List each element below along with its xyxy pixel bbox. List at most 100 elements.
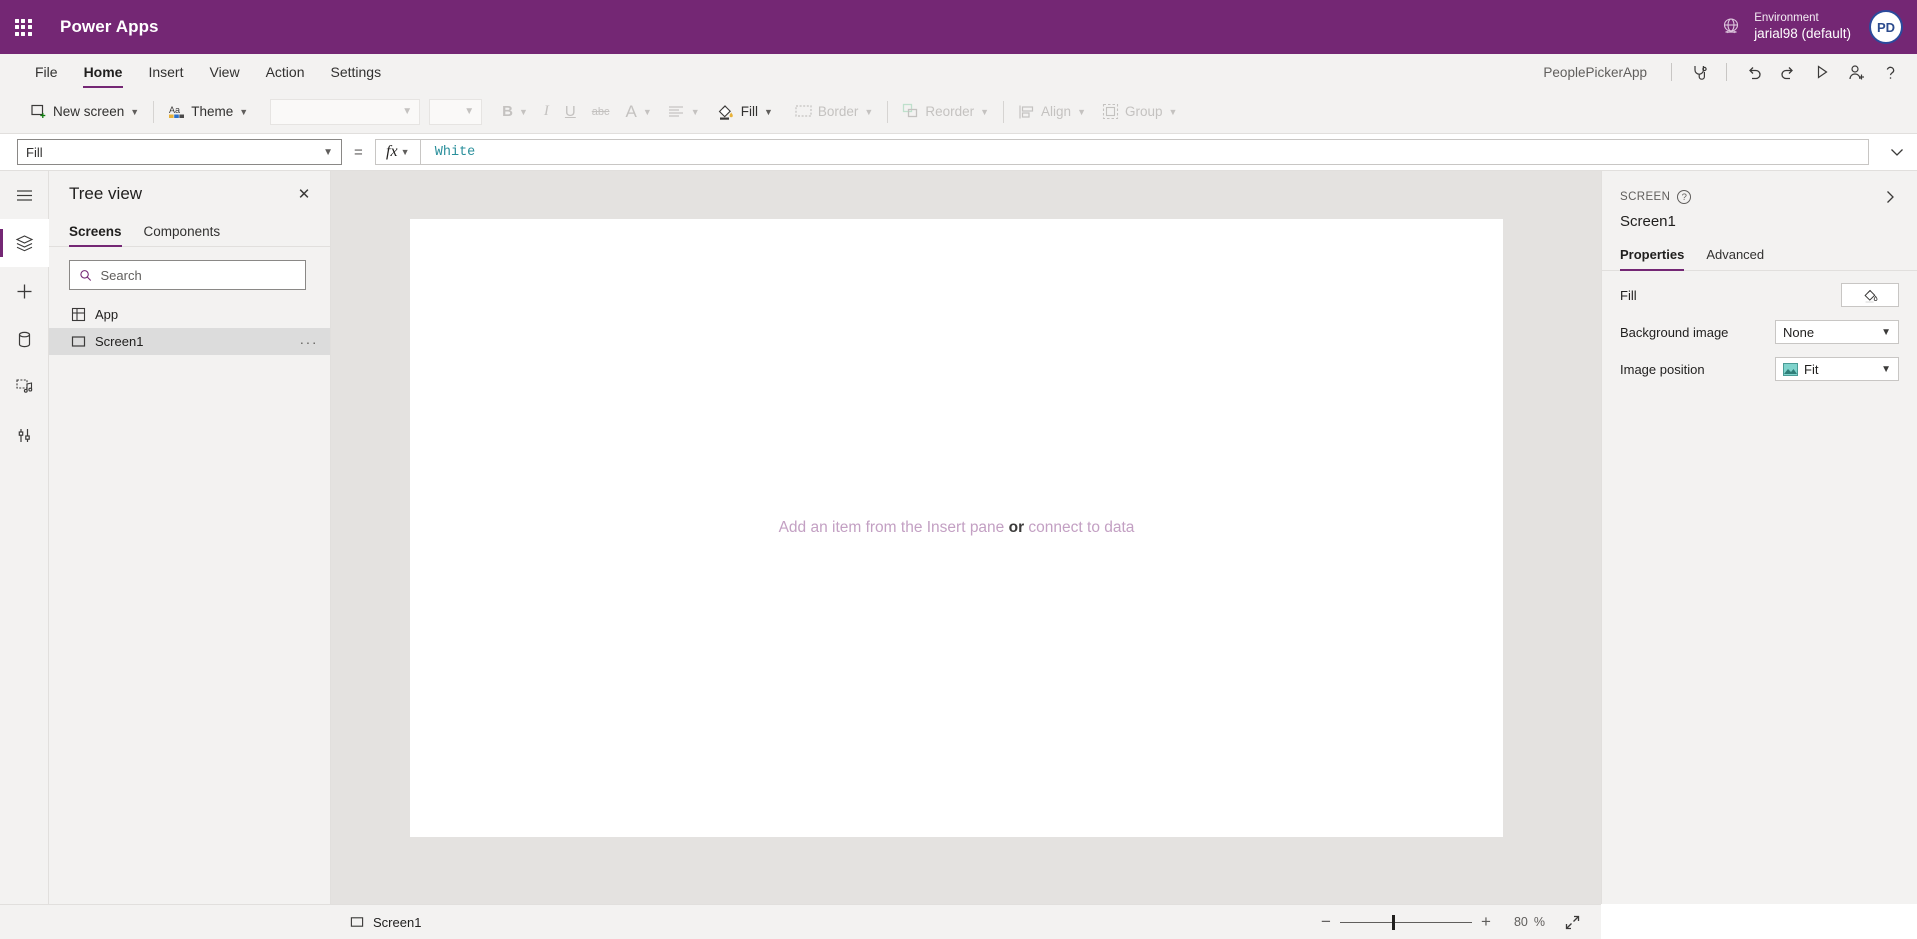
zoom-in-button[interactable]: +: [1472, 908, 1500, 936]
share-icon[interactable]: [1839, 55, 1873, 89]
app-checker-icon[interactable]: [1682, 55, 1716, 89]
theme-button[interactable]: Aa Theme ▼: [160, 97, 256, 127]
zoom-slider-track: [1339, 921, 1472, 923]
play-preview-icon[interactable]: [1805, 55, 1839, 89]
italic-button[interactable]: I: [536, 97, 557, 127]
strikethrough-button[interactable]: abc: [584, 97, 618, 127]
tab-components-label: Components: [143, 224, 221, 239]
property-row-image-position: Image position Fit ▼: [1602, 356, 1917, 382]
image-position-value: Fit: [1804, 361, 1819, 377]
tree-row-more-options-icon[interactable]: ···: [300, 334, 319, 350]
tree-search-wrapper: [49, 247, 330, 301]
tab-advanced[interactable]: Advanced: [1706, 239, 1764, 271]
undo-icon[interactable]: [1737, 55, 1771, 89]
font-color-button[interactable]: A ▼: [618, 97, 660, 127]
hamburger-menu-icon[interactable]: [0, 171, 49, 219]
formula-bar: Fill ▼ = fx ▼ White: [0, 134, 1917, 171]
align-text-button[interactable]: ▼: [660, 97, 708, 127]
divider: [1671, 63, 1672, 81]
divider: [1726, 63, 1727, 81]
background-image-dropdown[interactable]: None ▼: [1775, 320, 1899, 344]
environment-picker[interactable]: Environment jarial98 (default): [1720, 0, 1851, 54]
redo-icon[interactable]: [1771, 55, 1805, 89]
group-icon: [1102, 103, 1119, 120]
menu-item-insert[interactable]: Insert: [135, 54, 196, 90]
tree-view-tabs: Screens Components: [49, 217, 330, 247]
app-launcher-waffle-icon[interactable]: [0, 0, 46, 54]
formula-input[interactable]: White: [420, 139, 1869, 165]
close-icon[interactable]: ✕: [290, 180, 318, 208]
chevron-down-icon: ▼: [1168, 106, 1178, 117]
tab-screens[interactable]: Screens: [69, 217, 122, 247]
avatar[interactable]: PD: [1869, 10, 1903, 44]
brand-title: Power Apps: [60, 17, 159, 36]
app-screen-canvas[interactable]: Add an item from the Insert pane or conn…: [410, 219, 1503, 837]
underline-label: U: [564, 103, 576, 120]
formula-expand-icon[interactable]: [1877, 134, 1917, 171]
divider: [1003, 100, 1005, 123]
border-label: Border: [817, 104, 859, 119]
menu-item-home[interactable]: Home: [71, 54, 136, 90]
fx-button[interactable]: fx ▼: [374, 139, 421, 165]
align-objects-button[interactable]: Align ▼: [1010, 97, 1094, 127]
advanced-tools-icon[interactable]: [0, 411, 49, 459]
collapse-panel-icon[interactable]: [1877, 184, 1903, 210]
chevron-down-icon: ▼: [1881, 363, 1891, 375]
screen-icon: [71, 336, 86, 347]
zoom-percent-symbol: %: [1533, 915, 1545, 929]
border-button[interactable]: Border ▼: [787, 97, 881, 127]
font-size-select[interactable]: ▼: [429, 98, 483, 125]
status-screen-label: Screen1: [373, 914, 422, 930]
menu-item-action-label: Action: [265, 64, 305, 80]
connect-to-data-link[interactable]: connect to data: [1028, 519, 1134, 536]
underline-button[interactable]: U: [557, 97, 584, 127]
search-input[interactable]: [100, 267, 296, 283]
search-box[interactable]: [69, 260, 306, 290]
svg-text:Aa: Aa: [169, 105, 180, 115]
chevron-down-icon: ▼: [1881, 326, 1891, 338]
data-sources-icon[interactable]: [0, 315, 49, 363]
menu-item-action[interactable]: Action: [253, 54, 318, 90]
tab-advanced-label: Advanced: [1706, 247, 1765, 262]
menu-item-file[interactable]: File: [22, 54, 71, 90]
menu-bar-right: PeoplePickerApp: [1543, 54, 1907, 90]
chevron-down-icon: ▼: [323, 146, 333, 158]
tab-properties[interactable]: Properties: [1620, 239, 1685, 271]
background-image-value: None: [1783, 324, 1815, 340]
menu-item-view[interactable]: View: [196, 54, 252, 90]
property-select[interactable]: Fill ▼: [17, 139, 342, 165]
tab-components[interactable]: Components: [144, 217, 221, 247]
canvas-area: Add an item from the Insert pane or conn…: [331, 171, 1601, 904]
tree-view-icon[interactable]: [0, 219, 49, 267]
zoom-slider-thumb[interactable]: [1391, 915, 1395, 930]
chevron-down-icon: ▼: [1077, 106, 1086, 117]
environment-label: Environment: [1754, 12, 1819, 25]
menu-item-settings[interactable]: Settings: [318, 54, 395, 90]
fill-button[interactable]: Fill ▼: [708, 97, 781, 127]
help-icon[interactable]: ?: [1677, 190, 1692, 204]
font-family-select[interactable]: ▼: [270, 98, 421, 125]
menu-bar: File Home Insert View Action Settings Pe…: [0, 54, 1917, 90]
app-name-label[interactable]: PeoplePickerApp: [1543, 65, 1647, 80]
status-bar-left[interactable]: Screen1: [350, 915, 421, 930]
fill-color-swatch-button[interactable]: [1841, 283, 1899, 307]
canvas-message-or: or: [1008, 519, 1025, 536]
ribbon-toolbar: New screen ▼ Aa Theme ▼ ▼ ▼ B ▼ I U abc …: [0, 90, 1917, 134]
properties-header: SCREEN ?: [1602, 171, 1917, 210]
tree-row-screen1[interactable]: Screen1 ···: [49, 328, 330, 355]
group-button[interactable]: Group ▼: [1094, 97, 1185, 127]
insert-add-icon[interactable]: [0, 267, 49, 315]
new-screen-button[interactable]: New screen ▼: [22, 97, 147, 127]
equals-sign: =: [354, 143, 363, 161]
align-objects-label: Align: [1041, 104, 1072, 119]
bold-button[interactable]: B ▼: [494, 97, 536, 127]
reorder-button[interactable]: Reorder ▼: [894, 97, 997, 127]
tree-row-app[interactable]: App: [49, 301, 330, 328]
divider: [887, 100, 889, 123]
image-position-dropdown[interactable]: Fit ▼: [1775, 357, 1899, 381]
media-icon[interactable]: [0, 363, 49, 411]
fit-to-screen-icon[interactable]: [1557, 908, 1587, 936]
zoom-out-button[interactable]: −: [1312, 908, 1340, 936]
help-icon[interactable]: [1873, 55, 1907, 89]
zoom-slider[interactable]: [1339, 908, 1472, 936]
